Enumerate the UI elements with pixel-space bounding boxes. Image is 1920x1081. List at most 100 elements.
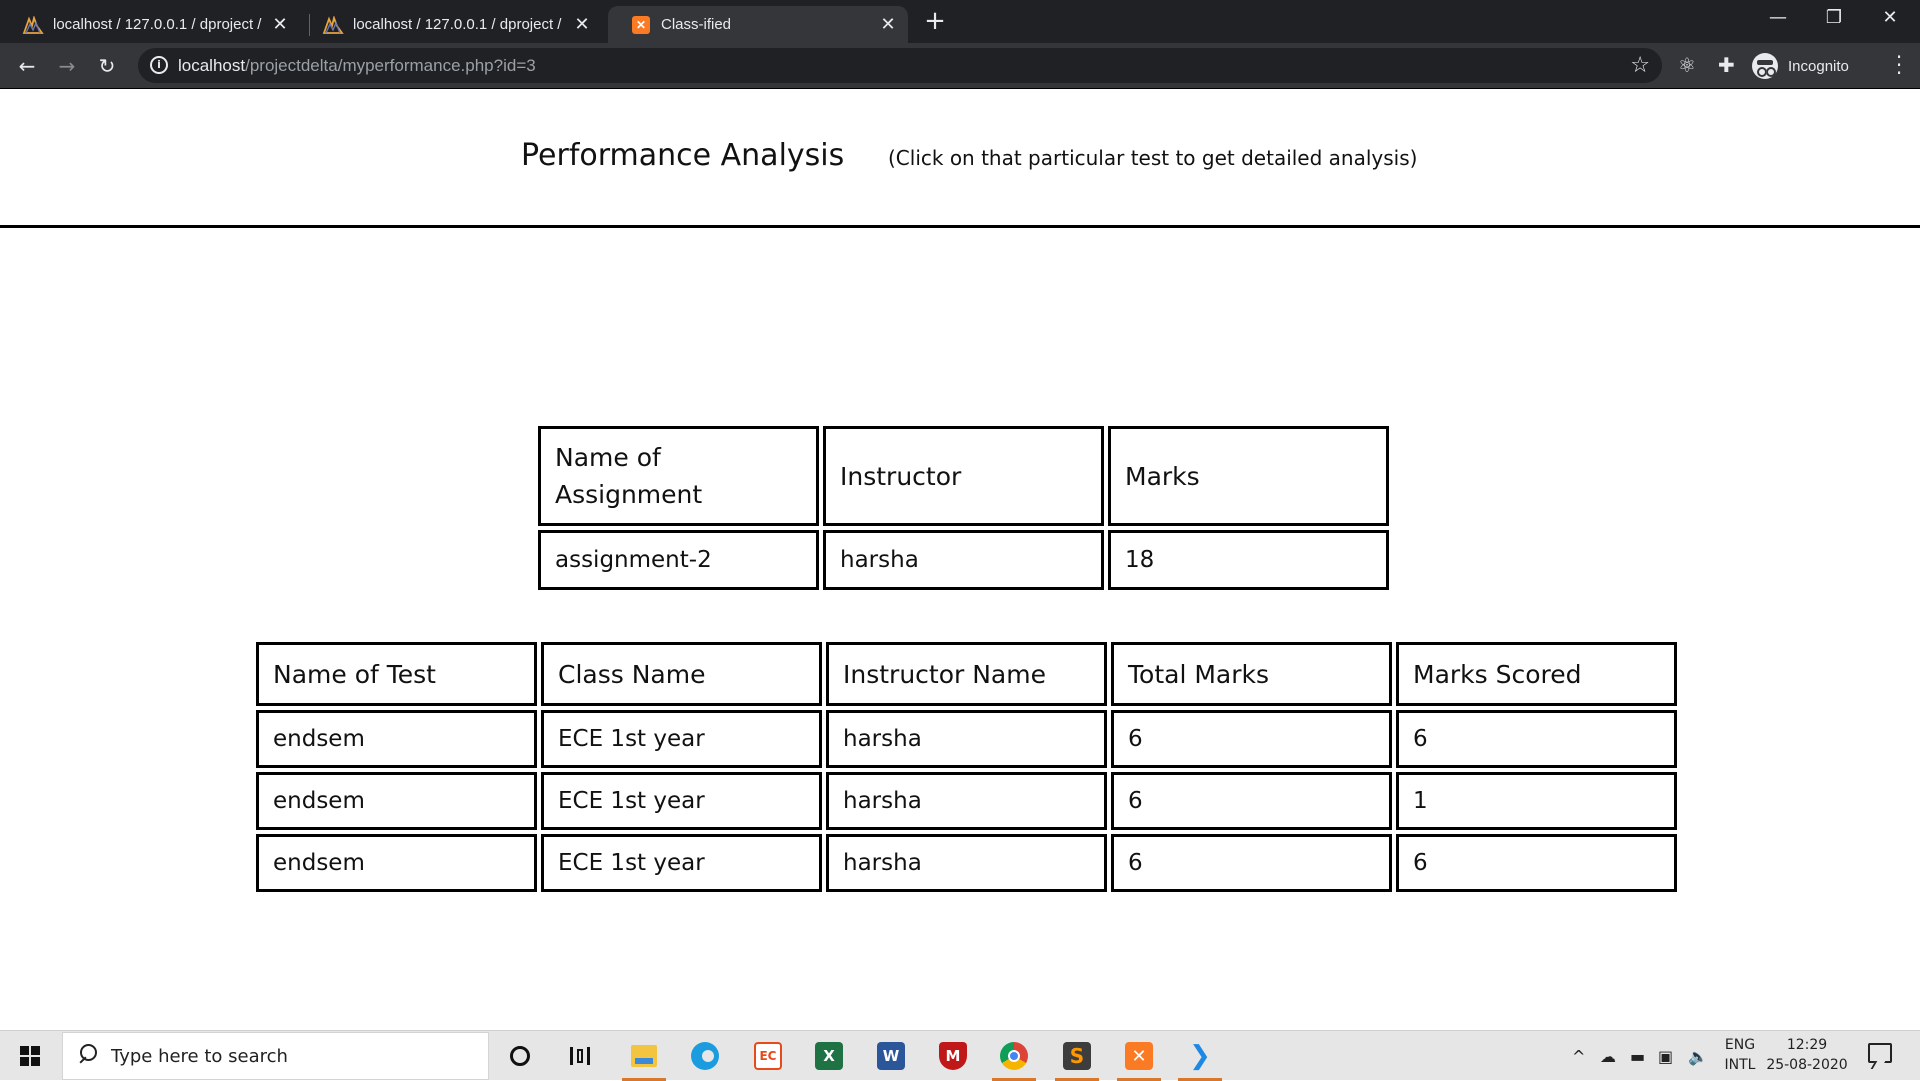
windows-logo-icon [20,1046,40,1066]
chrome-icon[interactable] [986,1031,1042,1081]
phpmyadmin-icon [322,14,344,36]
browser-tab-3-active[interactable]: ✕ Class-ified ✕ [608,6,908,43]
header-divider [0,225,1920,228]
incognito-indicator[interactable]: Incognito [1752,51,1849,81]
vscode-icon[interactable]: ❯ [1172,1031,1228,1081]
instructor-name-cell: harsha [826,710,1107,768]
close-tab-icon[interactable]: ✕ [270,14,290,35]
column-header: Name of Assignment [538,426,819,526]
edge-icon[interactable] [677,1031,733,1081]
url-host: localhost [178,56,246,75]
close-tab-icon[interactable]: ✕ [878,14,898,35]
new-tab-button[interactable]: + [920,6,950,36]
browser-menu-icon[interactable]: · · · [1894,47,1904,83]
table-row[interactable]: assignment-2 harsha 18 [538,530,1389,590]
instructor-name-cell: harsha [826,834,1107,892]
marks-cell: 18 [1108,530,1389,590]
page-hint: (Click on that particular test to get de… [888,146,1418,170]
browser-tab-2[interactable]: localhost / 127.0.0.1 / dproject / ✕ [300,6,602,43]
xampp-icon[interactable]: ✕ [1111,1031,1167,1081]
address-bar[interactable]: i localhost/projectdelta/myperformance.p… [138,48,1662,83]
phpmyadmin-icon [22,14,44,36]
total-marks-cell: 6 [1111,834,1392,892]
instructor-cell: harsha [823,530,1104,590]
tab-title: localhost / 127.0.0.1 / dproject / [53,16,262,33]
url-path: /projectdelta/myperformance.php?id=3 [245,56,536,75]
task-view-icon[interactable] [552,1031,608,1081]
keyboard-layout: INTL [1724,1057,1756,1073]
tab-title: localhost / 127.0.0.1 / dproject / [353,16,562,33]
word-icon[interactable]: W [863,1031,919,1081]
instructor-name-cell: harsha [826,772,1107,830]
reload-icon[interactable]: ↻ [92,51,122,81]
table-row[interactable]: endsem ECE 1st year harsha 6 6 [256,834,1677,892]
mcafee-icon[interactable]: M [925,1031,981,1081]
tests-table: Name of Test Class Name Instructor Name … [252,638,1681,896]
url-text[interactable]: localhost/projectdelta/myperformance.php… [178,56,536,76]
incognito-icon [1752,53,1778,79]
page-title: Performance Analysis [521,138,845,173]
column-header: Marks Scored [1396,642,1677,706]
table-header-row: Name of Assignment Instructor Marks [538,426,1389,526]
file-explorer-icon[interactable] [616,1031,672,1081]
minimize-button[interactable]: — [1748,0,1808,40]
column-header: Class Name [541,642,822,706]
clock-time: 12:29 [1786,1037,1828,1053]
onedrive-error-icon[interactable]: ☁ [1600,1031,1616,1081]
marks-scored-cell: 1 [1396,772,1677,830]
class-name-cell: ECE 1st year [541,772,822,830]
system-clock[interactable]: 12:29 25-08-2020 [1762,1035,1852,1075]
total-marks-cell: 6 [1111,772,1392,830]
browser-tab-1[interactable]: localhost / 127.0.0.1 / dproject / ✕ [0,6,300,43]
bookmark-star-icon[interactable]: ☆ [1630,53,1650,78]
table-row[interactable]: endsem ECE 1st year harsha 6 6 [256,710,1677,768]
test-name-cell: endsem [256,834,537,892]
page-header: Performance Analysis (Click on that part… [0,138,1920,178]
table-row[interactable]: endsem ECE 1st year harsha 6 1 [256,772,1677,830]
cortana-icon[interactable] [492,1031,548,1081]
language-code: ENG [1724,1037,1756,1053]
search-icon [77,1044,97,1064]
assignment-name-cell: assignment-2 [538,530,819,590]
close-window-button[interactable]: ✕ [1860,0,1920,40]
search-placeholder: Type here to search [111,1046,288,1067]
info-icon[interactable]: i [150,56,168,74]
restore-button[interactable]: ❐ [1804,0,1864,40]
column-header: Total Marks [1111,642,1392,706]
column-header: Instructor Name [826,642,1107,706]
start-button[interactable] [0,1031,60,1081]
class-name-cell: ECE 1st year [541,710,822,768]
table-header-row: Name of Test Class Name Instructor Name … [256,642,1677,706]
excel-icon[interactable]: X [801,1031,857,1081]
react-devtools-icon[interactable]: ⚛ [1678,53,1696,77]
action-center-icon[interactable] [1868,1043,1892,1063]
page-content: Performance Analysis (Click on that part… [0,90,1920,1030]
language-indicator[interactable]: ENG INTL [1720,1035,1760,1075]
clock-date: 25-08-2020 [1766,1057,1848,1073]
assignments-table: Name of Assignment Instructor Marks assi… [534,422,1393,594]
close-tab-icon[interactable]: ✕ [572,14,592,35]
taskbar-search-box[interactable]: Type here to search [62,1032,489,1080]
column-header: Instructor [823,426,1104,526]
forward-arrow-icon[interactable]: → [52,51,82,81]
marks-scored-cell: 6 [1396,710,1677,768]
office-icon[interactable]: EC [740,1031,796,1081]
test-name-cell: endsem [256,710,537,768]
browser-toolbar: ← → ↻ i localhost/projectdelta/myperform… [0,43,1920,89]
total-marks-cell: 6 [1111,710,1392,768]
browser-tab-bar: localhost / 127.0.0.1 / dproject / ✕ loc… [0,0,1920,43]
volume-icon[interactable]: 🔈 [1688,1031,1708,1081]
marks-scored-cell: 6 [1396,834,1677,892]
column-header: Name of Test [256,642,537,706]
back-arrow-icon[interactable]: ← [12,51,42,81]
show-hidden-icons-chevron-icon[interactable]: ^ [1572,1031,1585,1081]
class-name-cell: ECE 1st year [541,834,822,892]
sublime-text-icon[interactable]: S [1049,1031,1105,1081]
battery-icon[interactable]: ▬ [1630,1031,1645,1081]
extensions-puzzle-icon[interactable]: ✚ [1718,53,1735,77]
xampp-icon: ✕ [630,14,652,36]
incognito-label: Incognito [1788,57,1849,75]
network-icon[interactable]: ▣ [1658,1031,1673,1081]
test-name-cell: endsem [256,772,537,830]
tab-title: Class-ified [661,16,732,33]
